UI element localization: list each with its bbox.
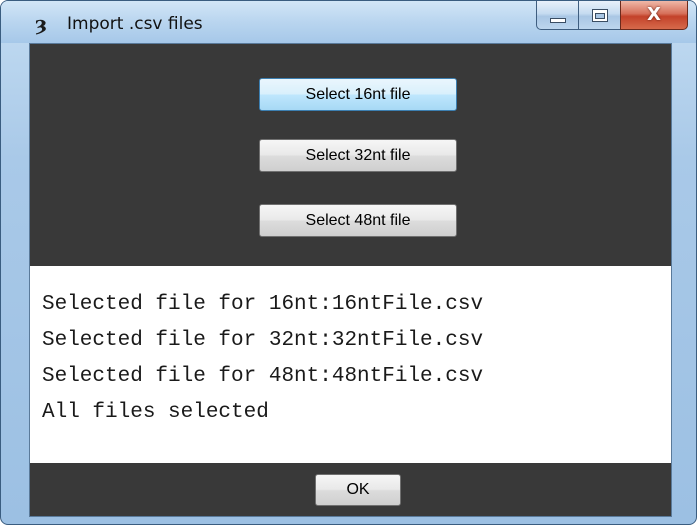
window-title: Import .csv files — [67, 14, 203, 34]
title-bar[interactable]: ȝ Import .csv files X — [1, 1, 696, 43]
maximize-button[interactable] — [578, 1, 620, 30]
output-line-48nt: Selected file for 48nt:48ntFile.csv — [42, 365, 484, 388]
close-button[interactable]: X — [620, 1, 688, 30]
select-48nt-file-button[interactable]: Select 48nt file — [259, 204, 457, 237]
dialog-client-area: Select 16nt file Select 32nt file Select… — [29, 43, 672, 517]
output-line-16nt: Selected file for 16nt:16ntFile.csv — [42, 293, 484, 316]
minimize-button[interactable] — [536, 1, 578, 30]
app-icon: ȝ — [35, 11, 48, 35]
output-text-area[interactable]: Selected file for 16nt:16ntFile.csv Sele… — [30, 266, 671, 463]
ok-button[interactable]: OK — [315, 474, 401, 506]
close-icon: X — [647, 4, 661, 25]
select-16nt-file-button[interactable]: Select 16nt file — [259, 78, 457, 111]
select-32nt-file-button[interactable]: Select 32nt file — [259, 139, 457, 172]
window-controls: X — [536, 1, 688, 31]
output-line-status: All files selected — [42, 401, 269, 424]
import-csv-window: ȝ Import .csv files X Select 16nt file S… — [0, 0, 697, 525]
output-line-32nt: Selected file for 32nt:32ntFile.csv — [42, 329, 484, 352]
minimize-icon — [549, 17, 566, 23]
maximize-icon — [591, 8, 608, 22]
